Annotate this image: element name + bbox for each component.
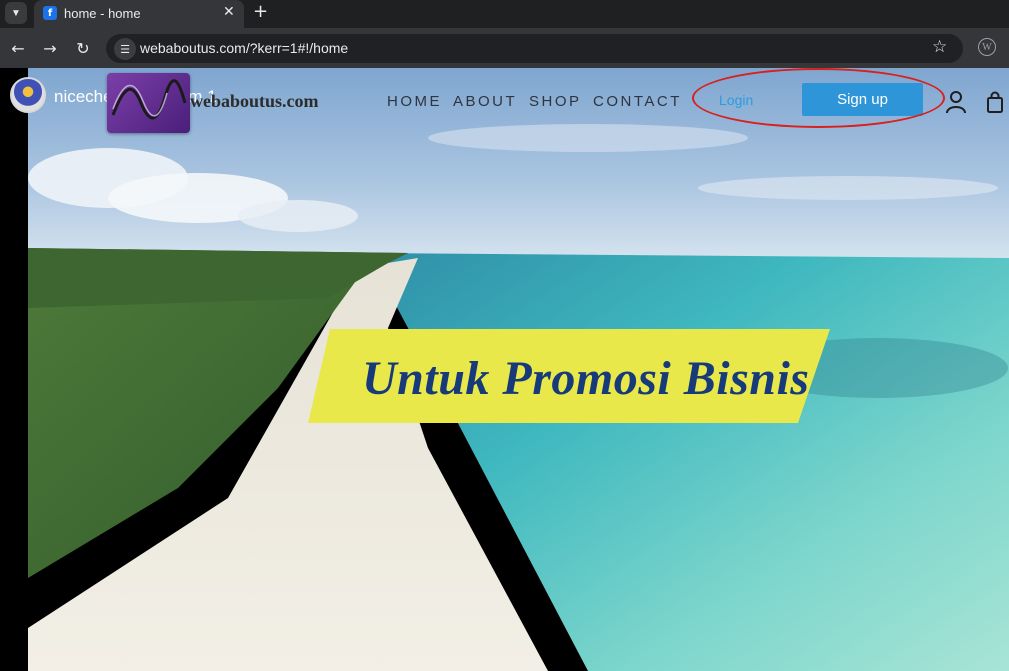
promo-banner-text: Untuk Promosi Bisnis (362, 352, 810, 405)
logo-wave-icon[interactable] (107, 73, 190, 133)
nav-shop[interactable]: SHOP (529, 93, 582, 110)
tab-strip: ▼ f home - home ✕ + (0, 0, 1009, 28)
site-info-icon[interactable]: ☰ (114, 38, 136, 60)
back-arrow-icon[interactable]: ← (8, 38, 28, 58)
web-page: Untuk Promosi Bisnis nicechea om 1 webab… (0, 68, 1009, 671)
shopping-bag-icon[interactable] (986, 91, 1004, 113)
annotation-ellipse (692, 68, 945, 128)
tab-title: home - home (64, 6, 141, 21)
nav-about[interactable]: ABOUT (453, 93, 517, 110)
plus-icon[interactable]: + (253, 1, 268, 22)
close-icon[interactable]: ✕ (223, 4, 235, 20)
wordpress-icon[interactable]: W (978, 38, 996, 56)
avatar[interactable] (10, 77, 46, 113)
user-icon[interactable] (945, 90, 967, 114)
browser-toolbar: ← → ↻ ☰ webaboutus.com/?kerr=1#!/home ☆ … (0, 28, 1009, 68)
nav-home[interactable]: HOME (387, 93, 442, 110)
tab-home[interactable]: f home - home ✕ (34, 0, 244, 28)
star-icon[interactable]: ☆ (932, 37, 947, 57)
url-text[interactable]: webaboutus.com/?kerr=1#!/home (140, 40, 348, 56)
logo-text[interactable]: webaboutus.com (190, 91, 319, 112)
forward-arrow-icon[interactable]: → (40, 38, 60, 58)
site-header: nicechea om 1 webaboutus.com HOME ABOUT … (0, 68, 1009, 134)
tab-search-icon[interactable]: ▼ (5, 2, 27, 24)
address-bar[interactable]: ☰ webaboutus.com/?kerr=1#!/home ☆ (106, 34, 963, 63)
nav-contact[interactable]: CONTACT (593, 93, 682, 110)
reload-icon[interactable]: ↻ (73, 38, 93, 58)
favicon-icon: f (43, 6, 57, 20)
